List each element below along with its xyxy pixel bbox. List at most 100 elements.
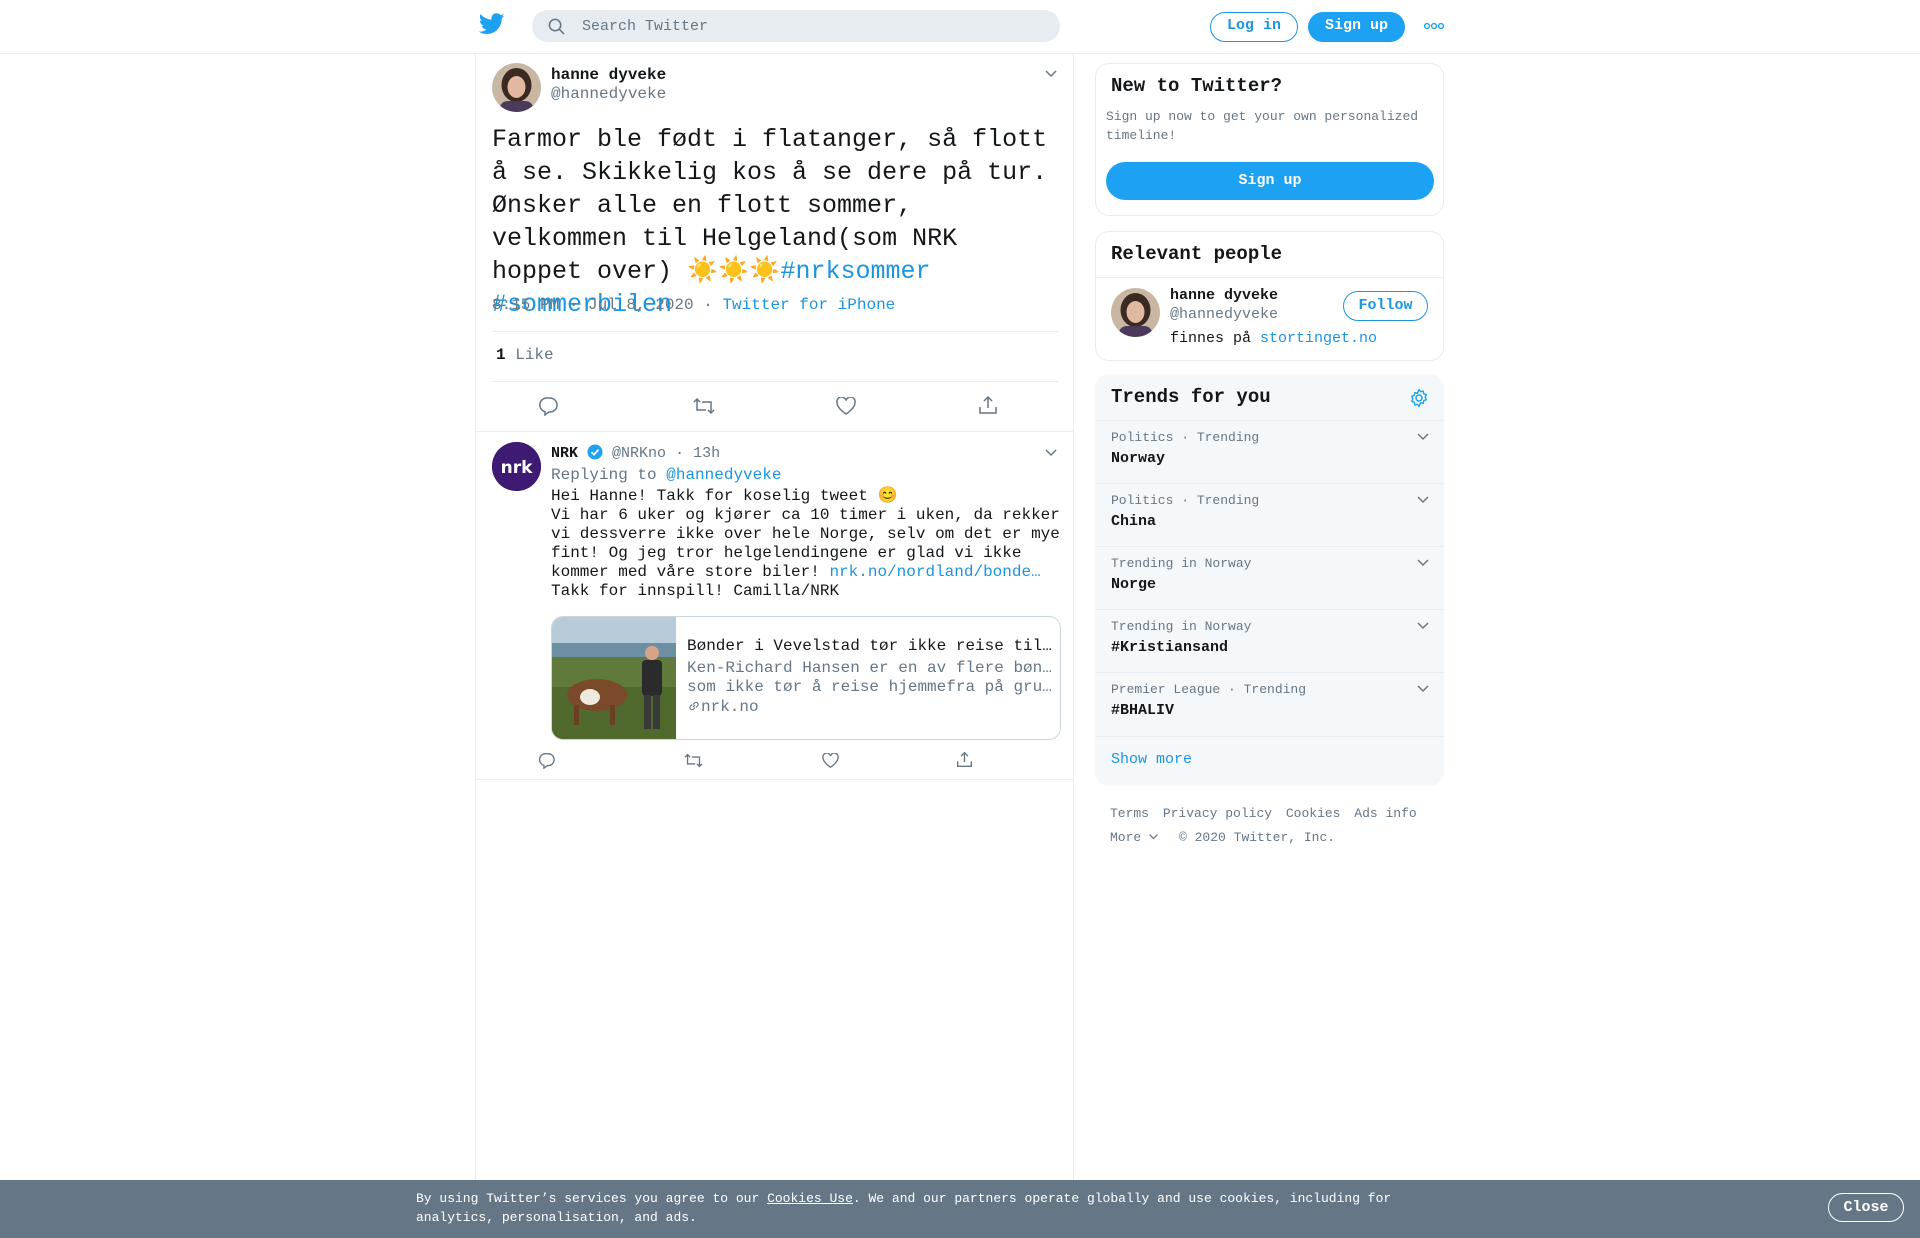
sidebar-footer: Terms Privacy policy Cookies Ads info Mo…: [1110, 802, 1440, 849]
avatar[interactable]: [1111, 288, 1160, 337]
card-domain: nrk.no: [687, 698, 759, 718]
chevron-down-icon[interactable]: [1416, 558, 1430, 567]
tweet-source-link[interactable]: Twitter for iPhone: [722, 296, 895, 314]
person-name[interactable]: hanne dyveke: [1170, 287, 1278, 304]
mention-link[interactable]: @hannedyveke: [666, 466, 781, 484]
card-desc-line: Ken-Richard Hansen er en av flere bønder: [687, 659, 1052, 677]
tweet-meta: 8:15 PM · Jul 8, 2020 · Twitter for iPho…: [492, 296, 896, 314]
login-button[interactable]: Log in: [1210, 12, 1298, 42]
avatar[interactable]: nrk: [492, 442, 541, 491]
like-count-row[interactable]: 1 Like: [496, 346, 554, 364]
retweet-icon[interactable]: [693, 396, 715, 416]
card-title: Bønder i Vevelstad tør ikke reise til b…: [687, 637, 1052, 655]
show-more-row: Show more: [1096, 736, 1443, 785]
cookie-text: By using Twitter’s services you agree to…: [416, 1189, 1416, 1227]
terms-link[interactable]: Terms: [1110, 806, 1149, 821]
author-handle[interactable]: @hannedyveke: [551, 85, 666, 103]
more-menu[interactable]: More: [1110, 830, 1165, 845]
share-icon[interactable]: [956, 751, 973, 768]
follow-button[interactable]: Follow: [1343, 291, 1428, 321]
reply-text: Hei Hanne! Takk for koselig tweet 😊 Vi h…: [551, 487, 1063, 601]
reply-header: NRK @NRKno · 13h: [551, 444, 720, 465]
new-to-twitter-panel: New to Twitter? Sign up now to get your …: [1095, 63, 1444, 216]
bio-text: finnes på: [1170, 330, 1252, 347]
top-navigation-bar: Log in Sign up: [0, 0, 1920, 54]
cookies-use-link[interactable]: Cookies Use: [767, 1191, 853, 1206]
trend-item[interactable]: Trending in Norway #Kristiansand: [1096, 609, 1443, 672]
chevron-down-icon[interactable]: [1044, 448, 1058, 457]
like-count: 1: [496, 346, 506, 364]
like-icon[interactable]: [836, 397, 856, 415]
trend-item[interactable]: Politics · Trending Norway: [1096, 420, 1443, 483]
chevron-down-icon[interactable]: [1044, 69, 1058, 78]
relevant-people-panel: Relevant people hanne dyveke @hannedyvek…: [1095, 231, 1444, 361]
avatar[interactable]: [492, 63, 541, 112]
divider: [1096, 277, 1443, 278]
author-name[interactable]: NRK: [551, 445, 578, 462]
author-handle[interactable]: @NRKno: [612, 445, 666, 462]
twitter-logo-icon[interactable]: [479, 13, 505, 39]
tweet-timestamp[interactable]: 8:15 PM · Jul 8, 2020: [492, 296, 694, 314]
tweet-text: Farmor ble født i flatanger, så flott å …: [492, 123, 1062, 321]
more-dots-icon[interactable]: [1424, 20, 1444, 32]
trend-name: Norway: [1111, 450, 1166, 467]
svg-text:nrk: nrk: [501, 458, 533, 478]
reply-icon[interactable]: [538, 752, 555, 769]
search-input[interactable]: [582, 10, 1042, 42]
trend-item[interactable]: Premier League · Trending #BHALIV: [1096, 672, 1443, 735]
privacy-link[interactable]: Privacy policy: [1163, 806, 1272, 821]
reply-tweet: nrk NRK @NRKno · 13h Replying to @hanned…: [476, 432, 1073, 780]
panel-title: New to Twitter?: [1111, 75, 1283, 97]
card-domain-text: nrk.no: [701, 698, 759, 716]
panel-title: Trends for you: [1111, 386, 1271, 408]
card-description: Ken-Richard Hansen er en av flere bønder…: [687, 659, 1052, 697]
search-box[interactable]: [532, 10, 1060, 42]
link-icon: [687, 699, 701, 718]
gear-icon[interactable]: [1409, 388, 1429, 408]
trend-item[interactable]: Politics · Trending China: [1096, 483, 1443, 546]
chevron-down-icon[interactable]: [1416, 495, 1430, 504]
retweet-icon[interactable]: [684, 752, 703, 769]
trend-context: Trending in Norway: [1111, 619, 1252, 634]
trend-name: China: [1111, 513, 1157, 530]
copyright: © 2020 Twitter, Inc.: [1179, 830, 1336, 845]
divider: [492, 381, 1058, 382]
ads-info-link[interactable]: Ads info: [1354, 806, 1416, 821]
hashtag-link[interactable]: #nrksommer: [780, 257, 930, 286]
author-name[interactable]: hanne dyveke: [551, 66, 666, 84]
main-tweet: hanne dyveke @hannedyveke Farmor ble fød…: [476, 53, 1073, 432]
cookie-banner: By using Twitter’s services you agree to…: [0, 1180, 1920, 1238]
cookie-prefix: By using Twitter’s services you agree to…: [416, 1191, 760, 1206]
trend-item[interactable]: Trending in Norway Norge: [1096, 546, 1443, 609]
link-card[interactable]: Bønder i Vevelstad tør ikke reise til b……: [551, 616, 1061, 740]
trends-panel: Trends for you Politics · Trending Norwa…: [1095, 374, 1444, 786]
chevron-down-icon[interactable]: [1416, 621, 1430, 630]
tweet-emoji: ☀️: [749, 257, 781, 286]
close-button[interactable]: Close: [1828, 1193, 1904, 1222]
person-handle[interactable]: @hannedyveke: [1170, 306, 1278, 323]
chevron-down-icon[interactable]: [1416, 432, 1430, 441]
chevron-down-icon[interactable]: [1416, 684, 1430, 693]
signup-button[interactable]: Sign up: [1308, 12, 1405, 42]
person-bio: finnes på stortinget.no: [1170, 330, 1377, 347]
show-more-link[interactable]: Show more: [1111, 751, 1192, 768]
sidebar-signup-button[interactable]: Sign up: [1106, 162, 1434, 200]
trend-name: #BHALIV: [1111, 702, 1175, 719]
trend-name: #Kristiansand: [1111, 639, 1229, 656]
like-icon[interactable]: [822, 753, 839, 768]
card-desc-line: som ikke tør å reise hjemmefra på grunn…: [687, 678, 1052, 696]
divider: [492, 331, 1058, 332]
reply-line: Takk for innspill! Camilla/NRK: [551, 582, 840, 600]
share-icon[interactable]: [978, 395, 998, 415]
reply-line: Hei Hanne! Takk for koselig tweet 😊: [551, 487, 898, 505]
article-link[interactable]: nrk.no/nordland/bonde…: [829, 563, 1040, 581]
replying-to-label: Replying to: [551, 466, 657, 484]
like-label: Like: [515, 346, 554, 364]
tweet-age[interactable]: 13h: [693, 445, 720, 462]
reply-icon[interactable]: [538, 396, 558, 416]
panel-title: Relevant people: [1111, 243, 1283, 265]
cookies-link[interactable]: Cookies: [1286, 806, 1341, 821]
main-timeline-column: hanne dyveke @hannedyveke Farmor ble fød…: [475, 53, 1074, 1238]
more-label: More: [1110, 830, 1142, 845]
bio-link[interactable]: stortinget.no: [1260, 330, 1377, 347]
